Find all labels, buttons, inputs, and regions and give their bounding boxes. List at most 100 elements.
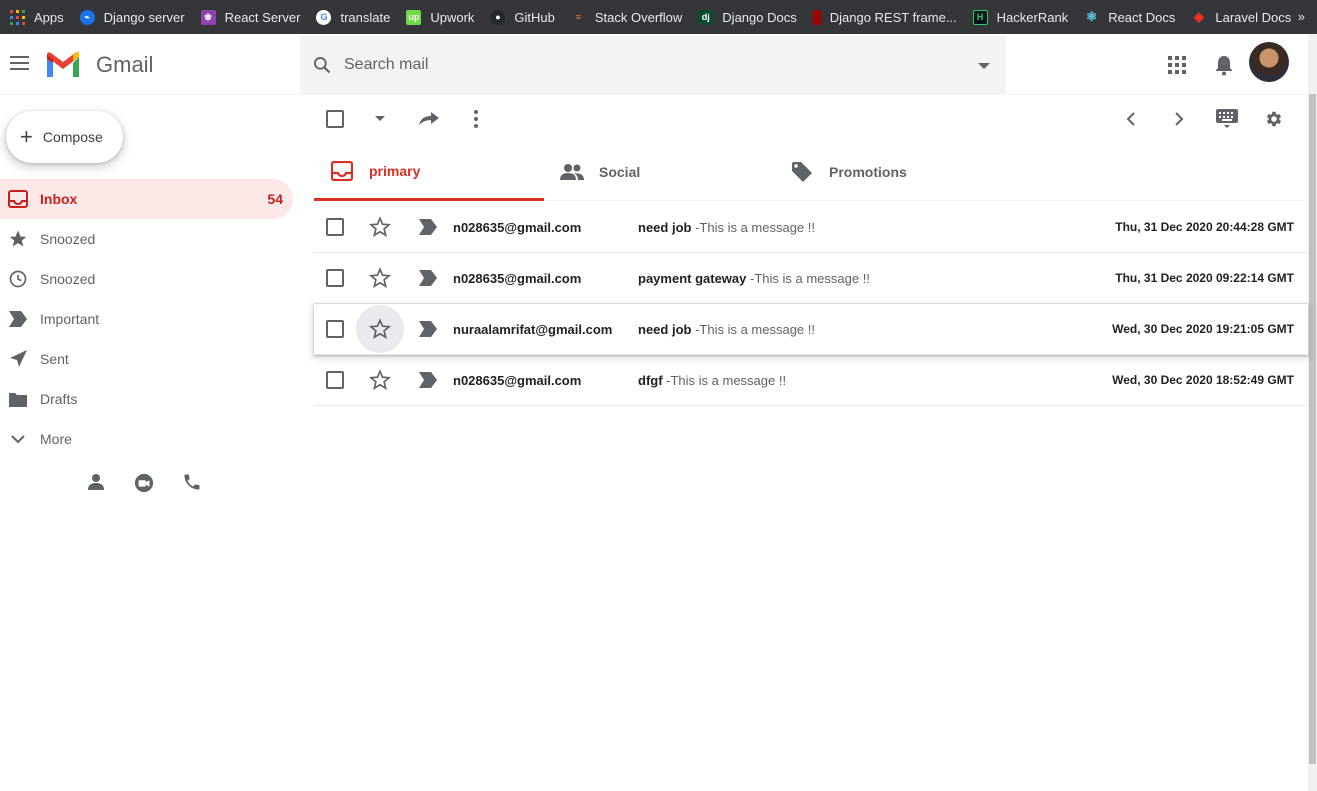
hangouts-bar bbox=[86, 472, 202, 493]
bookmark-react-server[interactable]: ❀ React Server bbox=[200, 0, 301, 34]
sidebar-item-sent[interactable]: Sent bbox=[0, 339, 293, 379]
inbox-tab-icon bbox=[330, 159, 354, 183]
inbox-icon bbox=[8, 189, 28, 209]
bookmark-github[interactable]: ● GitHub bbox=[490, 0, 555, 34]
bookmark-label: GitHub bbox=[514, 9, 555, 25]
search-options-icon[interactable] bbox=[978, 63, 990, 69]
older-page-icon[interactable] bbox=[1169, 109, 1189, 129]
email-row[interactable]: n028635@gmail.com need job -This is a me… bbox=[314, 202, 1308, 253]
tab-social[interactable]: Social bbox=[544, 143, 774, 201]
bookmark-react-docs[interactable]: ⚛ React Docs bbox=[1084, 0, 1176, 34]
email-snippet: -This is a message !! bbox=[691, 219, 815, 235]
star-outline-icon[interactable] bbox=[368, 266, 392, 290]
newer-page-icon[interactable] bbox=[1121, 109, 1141, 129]
sidebar-item-snoozed[interactable]: Snoozed bbox=[0, 259, 293, 299]
avatar[interactable] bbox=[1249, 42, 1289, 82]
important-marker-icon[interactable] bbox=[418, 269, 438, 287]
person-icon[interactable] bbox=[86, 472, 106, 492]
keyboard-icon[interactable] bbox=[1215, 109, 1239, 129]
tab-primary[interactable]: primary bbox=[314, 143, 544, 201]
bookmarks-overflow-icon[interactable]: » bbox=[1298, 9, 1305, 24]
email-date: Wed, 30 Dec 2020 19:21:05 GMT bbox=[1112, 322, 1294, 336]
search-input[interactable] bbox=[344, 50, 944, 80]
page-scrollbar[interactable] bbox=[1308, 34, 1317, 791]
sidebar-item-drafts[interactable]: Drafts bbox=[0, 379, 293, 419]
phone-icon[interactable] bbox=[182, 472, 202, 492]
star-outline-icon[interactable] bbox=[368, 368, 392, 392]
sidebar-item-more[interactable]: More bbox=[0, 419, 293, 459]
row-checkbox[interactable] bbox=[326, 269, 344, 290]
sidebar-item-label: Inbox bbox=[40, 191, 78, 207]
sidebar-item-label: Snoozed bbox=[40, 231, 96, 247]
email-row[interactable]: n028635@gmail.com payment gateway -This … bbox=[314, 253, 1308, 304]
star-outline-icon[interactable] bbox=[368, 317, 392, 341]
meet-icon[interactable] bbox=[134, 472, 154, 493]
notifications-icon[interactable] bbox=[1214, 54, 1234, 76]
bookmark-label: HackerRank bbox=[996, 9, 1069, 25]
google-apps-icon[interactable] bbox=[1168, 56, 1186, 74]
main-menu-icon[interactable] bbox=[10, 56, 29, 70]
tab-promotions[interactable]: Promotions bbox=[774, 143, 1004, 201]
search-icon[interactable] bbox=[312, 55, 332, 75]
bookmark-label: React Docs bbox=[1108, 9, 1176, 25]
email-sender: n028635@gmail.com bbox=[453, 372, 582, 388]
refresh-icon[interactable] bbox=[416, 109, 442, 129]
laravel-icon: ◈ bbox=[1193, 9, 1204, 24]
bookmarks-bar: Apps ⌁ Django server ❀ React Server G tr… bbox=[0, 0, 1317, 34]
bookmark-laravel-docs[interactable]: ◈ Laravel Docs bbox=[1191, 0, 1291, 34]
important-marker-icon[interactable] bbox=[418, 320, 438, 338]
sidebar-item-inbox[interactable]: Inbox 54 bbox=[0, 179, 293, 219]
email-snippet: -This is a message !! bbox=[746, 270, 870, 286]
sidebar-item-label: Snoozed bbox=[40, 271, 96, 287]
bookmark-upwork[interactable]: up Upwork bbox=[406, 0, 474, 34]
email-date: Thu, 31 Dec 2020 09:22:14 GMT bbox=[1115, 271, 1294, 285]
bookmark-drf[interactable]: Django REST frame... bbox=[812, 0, 957, 34]
plus-icon: + bbox=[20, 124, 33, 149]
important-marker-icon[interactable] bbox=[418, 218, 438, 236]
sidebar-item-important[interactable]: Important bbox=[0, 299, 293, 339]
bookmark-label: Laravel Docs bbox=[1215, 9, 1292, 25]
bookmark-django-server[interactable]: ⌁ Django server bbox=[79, 0, 185, 34]
bookmark-django-docs[interactable]: dj Django Docs bbox=[698, 0, 797, 34]
email-snippet: -This is a message !! bbox=[691, 321, 815, 337]
email-row[interactable]: nuraalamrifat@gmail.com need job -This i… bbox=[314, 304, 1308, 355]
hackerrank-icon: H bbox=[972, 9, 988, 25]
unread-count: 54 bbox=[267, 191, 283, 207]
github-icon: ● bbox=[490, 9, 506, 25]
scrollbar-thumb[interactable] bbox=[1309, 94, 1316, 764]
search-bar bbox=[300, 36, 1006, 94]
email-row[interactable]: n028635@gmail.com dfgf -This is a messag… bbox=[314, 355, 1308, 406]
bookmark-translate[interactable]: G translate bbox=[316, 0, 390, 34]
bookmark-apps[interactable]: Apps bbox=[10, 0, 64, 34]
bookmark-hackerrank[interactable]: H HackerRank bbox=[972, 0, 1069, 34]
sidebar-item-label: More bbox=[40, 431, 72, 447]
bookmark-stackoverflow[interactable]: ≡ Stack Overflow bbox=[571, 0, 683, 34]
compose-button[interactable]: + Compose bbox=[6, 111, 123, 163]
tab-label: Social bbox=[599, 164, 641, 180]
sidebar-item-snoozed-star[interactable]: Snoozed bbox=[0, 219, 293, 259]
email-date: Thu, 31 Dec 2020 20:44:28 GMT bbox=[1115, 220, 1294, 234]
email-summary: payment gateway -This is a message !! bbox=[638, 271, 870, 286]
email-subject: payment gateway bbox=[638, 270, 747, 286]
important-marker-icon[interactable] bbox=[418, 371, 438, 389]
select-all-checkbox[interactable] bbox=[325, 109, 345, 129]
bookmark-label: React Server bbox=[224, 9, 301, 25]
bookmark-label: Django REST frame... bbox=[829, 9, 957, 25]
apps-grid-icon bbox=[10, 9, 25, 25]
email-summary: need job -This is a message !! bbox=[638, 220, 815, 235]
settings-gear-icon[interactable] bbox=[1264, 109, 1284, 129]
tab-label: Promotions bbox=[829, 164, 907, 180]
star-filled-icon bbox=[8, 229, 28, 249]
select-options-icon[interactable] bbox=[370, 109, 390, 129]
row-checkbox[interactable] bbox=[326, 218, 344, 239]
row-checkbox[interactable] bbox=[326, 371, 344, 392]
app-name: Gmail bbox=[96, 52, 154, 77]
stackoverflow-icon: ≡ bbox=[575, 12, 581, 22]
row-checkbox[interactable] bbox=[326, 320, 344, 341]
email-subject: dfgf bbox=[638, 372, 663, 388]
email-subject: need job bbox=[638, 219, 692, 235]
tab-label: primary bbox=[369, 162, 421, 179]
gmail-logo-icon bbox=[47, 51, 79, 77]
more-options-icon[interactable] bbox=[466, 109, 486, 129]
star-outline-icon[interactable] bbox=[368, 215, 392, 239]
